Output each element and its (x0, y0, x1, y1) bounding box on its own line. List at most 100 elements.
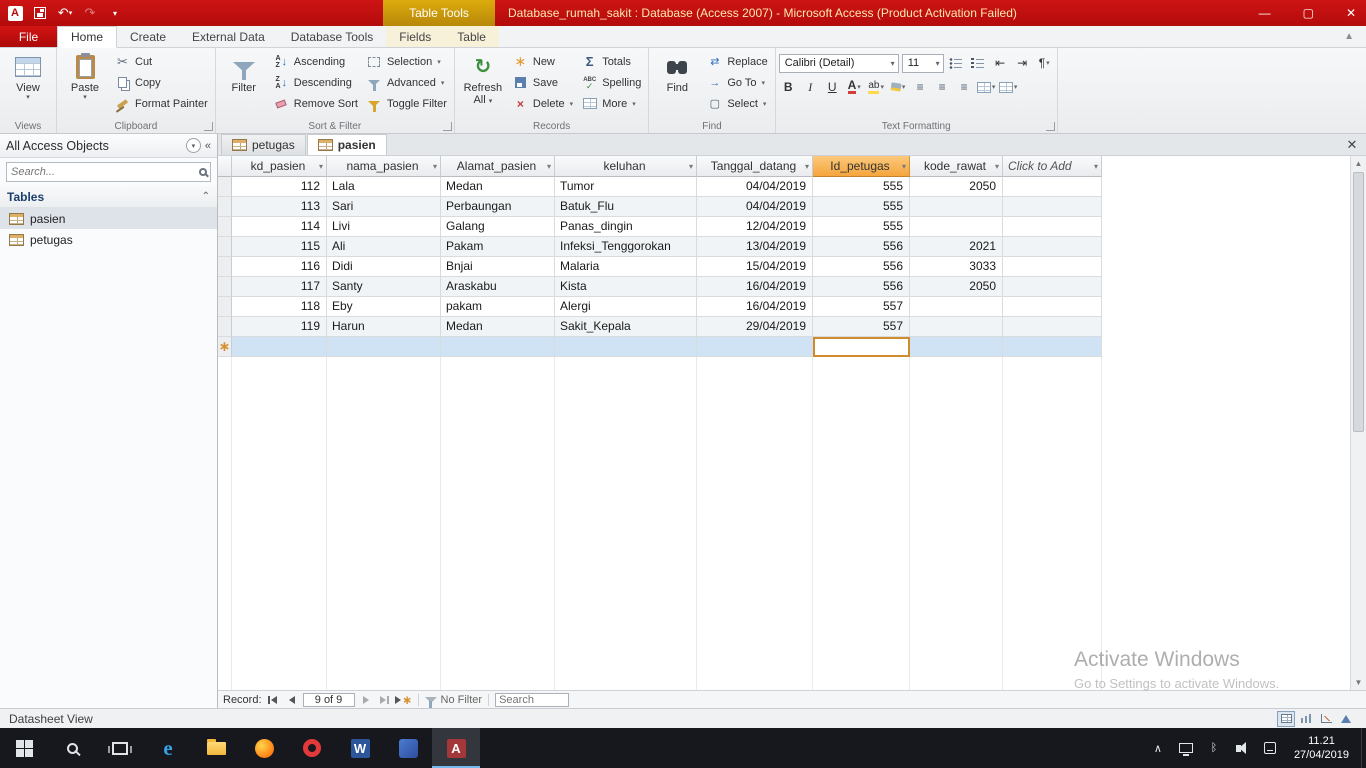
column-dropdown-icon[interactable]: ▾ (433, 162, 437, 171)
scroll-down-icon[interactable]: ▼ (1351, 675, 1366, 690)
numbering-button[interactable] (969, 54, 988, 73)
table-cell[interactable]: 13/04/2019 (697, 237, 813, 257)
tab-database-tools[interactable]: Database Tools (278, 26, 387, 47)
table-cell[interactable]: 556 (813, 237, 910, 257)
nav-pane-menu-button[interactable]: ▾ (185, 138, 201, 153)
column-header-Alamat_pasien[interactable]: Alamat_pasien ▾ (441, 156, 555, 177)
row-selector[interactable] (218, 197, 232, 217)
column-header-nama_pasien[interactable]: nama_pasien ▾ (327, 156, 441, 177)
delete-record-button[interactable]: × Delete ▾ (508, 93, 577, 114)
select-button[interactable]: ▢ Select ▾ (702, 93, 771, 114)
table-cell[interactable] (1003, 197, 1102, 217)
table-cell[interactable]: Didi (327, 257, 441, 277)
volume-icon[interactable] (1234, 740, 1250, 756)
table-cell[interactable]: 115 (232, 237, 327, 257)
row-selector[interactable] (218, 257, 232, 277)
column-dropdown-icon[interactable]: ▾ (1094, 162, 1098, 171)
column-header-Id_petugas[interactable]: Id_petugas ▾ (813, 156, 910, 177)
minimize-button[interactable]: — (1259, 6, 1271, 20)
table-cell[interactable]: Lala (327, 177, 441, 197)
tab-external-data[interactable]: External Data (179, 26, 278, 47)
spelling-button[interactable]: ABC ✓ Spelling (577, 72, 645, 93)
table-cell[interactable]: 114 (232, 217, 327, 237)
table-cell[interactable]: 116 (232, 257, 327, 277)
table-cell[interactable]: Tumor (555, 177, 697, 197)
italic-button[interactable]: I (801, 78, 820, 97)
table-cell[interactable] (910, 317, 1003, 337)
table-cell[interactable]: 29/04/2019 (697, 317, 813, 337)
table-cell[interactable]: Medan (441, 177, 555, 197)
table-cell[interactable] (1003, 177, 1102, 197)
network-icon[interactable] (1178, 740, 1194, 756)
table-cell[interactable]: Livi (327, 217, 441, 237)
table-cell[interactable]: 555 (813, 177, 910, 197)
refresh-all-button[interactable]: ↻ Refresh All ▾ (458, 50, 508, 106)
table-cell[interactable]: Santy (327, 277, 441, 297)
column-header-Click-to-Add[interactable]: Click to Add ▾ (1003, 156, 1102, 177)
table-cell[interactable]: 2050 (910, 177, 1003, 197)
table-cell[interactable]: 557 (813, 317, 910, 337)
table-cell[interactable]: 556 (813, 257, 910, 277)
table-cell[interactable]: 556 (813, 277, 910, 297)
doc-tab-pasien[interactable]: pasien (306, 134, 387, 155)
replace-button[interactable]: ⇄ Replace (702, 51, 771, 72)
table-cell[interactable]: 557 (813, 297, 910, 317)
descending-button[interactable]: Z A ↓ Descending (269, 72, 362, 93)
redo-button[interactable]: ↷ (81, 4, 99, 22)
sort-filter-dialog-launcher[interactable] (442, 122, 452, 131)
totals-button[interactable]: Σ Totals (577, 51, 645, 72)
align-right-button[interactable]: ≡ (955, 78, 974, 97)
select-all-cell[interactable] (218, 156, 232, 177)
table-cell[interactable] (1003, 217, 1102, 237)
decrease-indent-button[interactable]: ⇤ (991, 54, 1010, 73)
tab-file[interactable]: File (0, 26, 57, 47)
app-button[interactable] (384, 728, 432, 768)
row-selector[interactable] (218, 177, 232, 197)
tab-table[interactable]: Table (444, 26, 499, 47)
tab-home[interactable]: Home (57, 26, 118, 48)
table-cell[interactable] (441, 337, 555, 357)
table-cell[interactable]: Perbaungan (441, 197, 555, 217)
table-cell[interactable]: 04/04/2019 (697, 177, 813, 197)
find-button[interactable]: Find (652, 50, 702, 94)
column-dropdown-icon[interactable]: ▾ (319, 162, 323, 171)
table-cell[interactable]: 16/04/2019 (697, 277, 813, 297)
ascending-button[interactable]: A Z ↓ Ascending (269, 51, 362, 72)
table-cell[interactable] (232, 337, 327, 357)
table-cell[interactable] (697, 337, 813, 357)
file-explorer-button[interactable] (192, 728, 240, 768)
go-to-button[interactable]: → Go To ▾ (702, 72, 771, 93)
table-cell[interactable]: Ali (327, 237, 441, 257)
table-cell[interactable]: Eby (327, 297, 441, 317)
text-direction-button[interactable]: ¶ ▾ (1035, 54, 1054, 73)
table-cell[interactable] (910, 217, 1003, 237)
bullets-button[interactable] (947, 54, 966, 73)
record-search-input[interactable] (495, 692, 570, 707)
show-desktop-button[interactable] (1361, 728, 1366, 768)
action-center-icon[interactable] (1262, 740, 1278, 756)
column-dropdown-icon[interactable]: ▾ (995, 162, 999, 171)
gridlines-button[interactable]: ▾ (976, 78, 996, 97)
doc-tab-petugas[interactable]: petugas (221, 134, 306, 155)
paste-button[interactable]: Paste ▾ (60, 50, 110, 102)
table-cell[interactable]: 555 (813, 217, 910, 237)
nav-item-petugas[interactable]: petugas (0, 229, 217, 250)
table-cell[interactable] (910, 197, 1003, 217)
column-dropdown-icon[interactable]: ▾ (902, 162, 906, 171)
save-record-button[interactable]: Save (508, 72, 577, 93)
table-cell[interactable]: 2021 (910, 237, 1003, 257)
scroll-up-icon[interactable]: ▲ (1351, 156, 1366, 171)
filter-state-indicator[interactable]: No Filter (424, 694, 482, 708)
advanced-button[interactable]: Advanced ▾ (362, 72, 451, 93)
new-record-selector[interactable]: ∗ (218, 337, 232, 357)
nav-search-box[interactable] (6, 162, 211, 182)
filter-button[interactable]: Filter (219, 50, 269, 94)
view-button[interactable]: View ▾ (3, 50, 53, 102)
new-blank-record-button[interactable]: ∗ (395, 693, 412, 707)
access-button[interactable]: A (432, 728, 480, 768)
table-cell[interactable]: Batuk_Flu (555, 197, 697, 217)
table-cell[interactable]: Harun (327, 317, 441, 337)
taskbar-clock[interactable]: 11.21 27/04/2019 (1290, 734, 1353, 762)
table-cell[interactable]: 3033 (910, 257, 1003, 277)
table-cell[interactable]: Malaria (555, 257, 697, 277)
